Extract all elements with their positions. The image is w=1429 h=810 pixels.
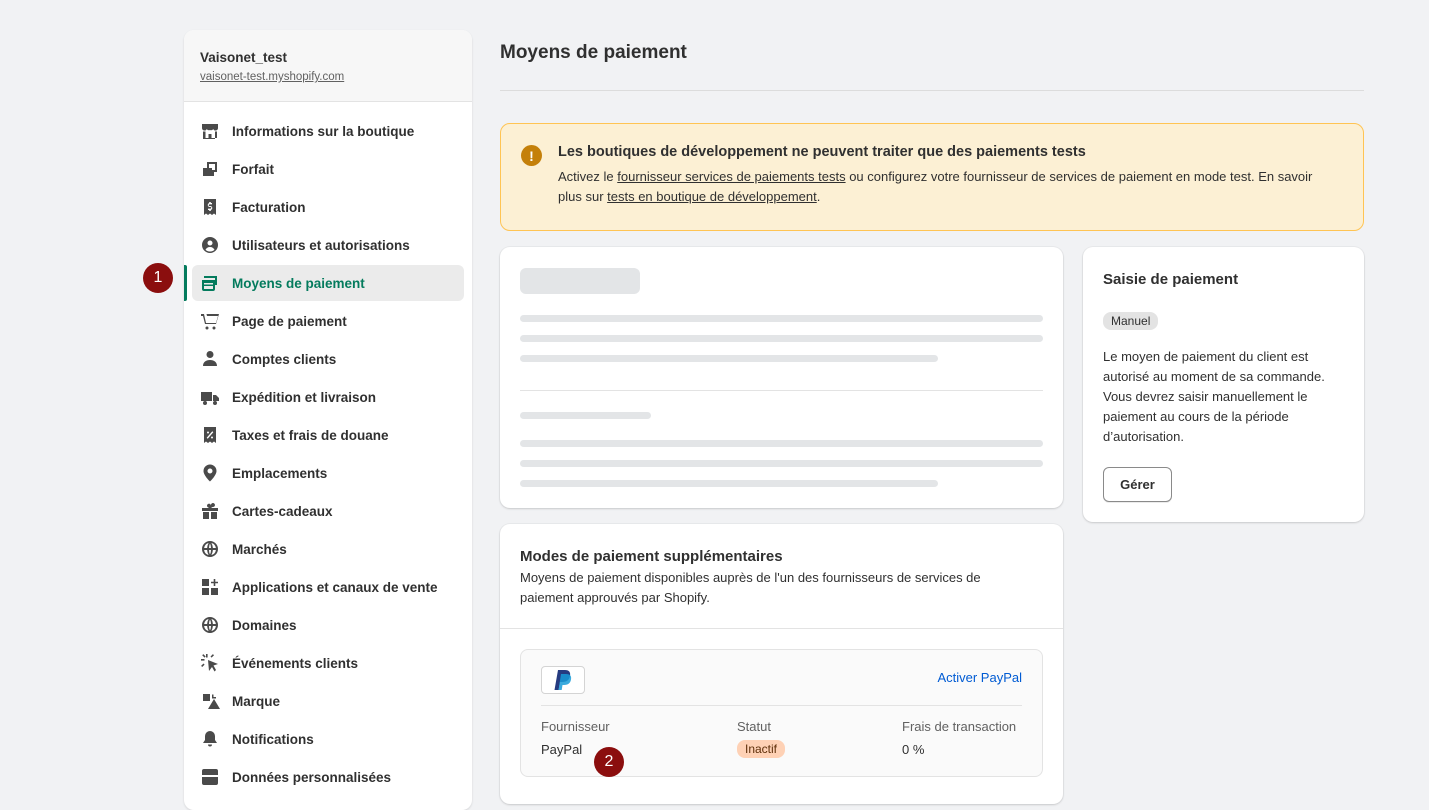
sidebar-item-label: Applications et canaux de vente — [232, 579, 438, 595]
shop-header: Vaisonet_test vaisonet-test.myshopify.co… — [184, 30, 472, 102]
sidebar-item-marches[interactable]: Marchés — [192, 531, 464, 567]
sidebar-item-cartes-cadeaux[interactable]: Cartes-cadeaux — [192, 493, 464, 529]
location-pin-icon — [200, 463, 220, 483]
sidebar-item-label: Emplacements — [232, 465, 328, 481]
receipt-dollar-icon — [200, 197, 220, 217]
skeleton-line — [520, 460, 1043, 467]
provider-divider — [541, 705, 1022, 706]
cart-icon — [200, 311, 220, 331]
banner-text: Activez le fournisseur services de paiem… — [558, 167, 1338, 207]
sidebar-item-marque[interactable]: Marque — [192, 683, 464, 719]
sidebar-item-label: Données personnalisées — [232, 769, 392, 785]
payment-icon — [200, 273, 220, 293]
sidebar-item-emplacements[interactable]: Emplacements — [192, 455, 464, 491]
sidebar-item-label: Utilisateurs et autorisations — [232, 237, 410, 253]
sidebar-item-utilisateurs-et-autorisations[interactable]: Utilisateurs et autorisations — [192, 227, 464, 263]
sidebar-item-label: Marque — [232, 693, 281, 709]
sidebar-item-label: Taxes et frais de douane — [232, 427, 389, 443]
sidebar-item-label: Événements clients — [232, 655, 359, 671]
capture-title: Saisie de paiement — [1103, 271, 1239, 288]
fees-column-header: Frais de transaction — [902, 719, 1017, 734]
callout-badge-1: 1 — [143, 263, 173, 293]
test-provider-link[interactable]: fournisseur services de paiements tests — [617, 169, 845, 184]
capture-mode-badge: Manuel — [1103, 312, 1159, 330]
loading-skeleton-card — [500, 247, 1063, 508]
globe-icon — [200, 539, 220, 559]
sidebar-item-informations-sur-la-boutique[interactable]: Informations sur la boutique — [192, 113, 464, 149]
capture-description: Le moyen de paiement du client est autor… — [1103, 349, 1325, 444]
bell-icon — [200, 729, 220, 749]
sidebar-item-domaines[interactable]: Domaines — [192, 607, 464, 643]
sidebar-item-label: Expédition et livraison — [232, 389, 377, 405]
sidebar-item-label: Facturation — [232, 199, 306, 215]
skeleton-line — [520, 440, 1043, 447]
sidebar-item-label: Informations sur la boutique — [232, 123, 415, 139]
sidebar-item-forfait[interactable]: Forfait — [192, 151, 464, 187]
status-column-header: Statut — [737, 719, 771, 734]
manage-capture-button[interactable]: Gérer — [1103, 467, 1172, 502]
provider-column-header: Fournisseur — [541, 719, 610, 734]
shop-url-link[interactable]: vaisonet-test.myshopify.com — [200, 71, 344, 83]
apps-icon — [200, 577, 220, 597]
settings-nav: Informations sur la boutique Forfait Factu… — [184, 102, 472, 795]
callout-badge-2: 2 — [594, 747, 624, 777]
sidebar-item-expedition-et-livraison[interactable]: Expédition et livraison — [192, 379, 464, 415]
additional-title: Modes de paiement supplémentaires — [520, 548, 783, 565]
additional-description: Moyens de paiement disponibles auprès de… — [520, 570, 981, 605]
sidebar-item-label: Page de paiement — [232, 313, 347, 329]
sidebar-item-label: Domaines — [232, 617, 297, 633]
sidebar-item-applications-et-canaux-de-vente[interactable]: Applications et canaux de vente — [192, 569, 464, 605]
skeleton-heading — [520, 268, 640, 294]
person-icon — [200, 349, 220, 369]
plan-icon — [200, 159, 220, 179]
receipt-percent-icon — [200, 425, 220, 445]
sidebar-item-page-de-paiement[interactable]: Page de paiement — [192, 303, 464, 339]
dev-store-test-link[interactable]: tests en boutique de développement — [607, 189, 817, 204]
transaction-fees-value: 0 % — [902, 742, 925, 757]
sidebar-item-label: Notifications — [232, 731, 314, 747]
skeleton-line — [520, 355, 938, 362]
banner-text-part: Activez le — [558, 169, 618, 184]
payment-capture-card: Saisie de paiement Manuel Le moyen de pa… — [1083, 247, 1364, 522]
title-divider — [500, 90, 1364, 91]
person-circle-icon — [200, 235, 220, 255]
sidebar-item-label: Forfait — [232, 161, 274, 177]
card-divider — [500, 628, 1063, 629]
brand-icon — [200, 691, 220, 711]
status-badge: Inactif — [737, 740, 786, 758]
sidebar-item-moyens-de-paiement[interactable]: Moyens de paiement — [184, 265, 464, 301]
skeleton-line — [520, 335, 1043, 342]
sidebar-item-donnees-personnalisees[interactable]: Données personnalisées — [192, 759, 464, 795]
paypal-logo-icon — [541, 666, 585, 694]
skeleton-line — [520, 412, 651, 419]
dev-store-warning-banner: ! Les boutiques de développement ne peuv… — [500, 123, 1364, 231]
database-icon — [200, 767, 220, 787]
sidebar-item-evenements-clients[interactable]: Événements clients — [192, 645, 464, 681]
skeleton-line — [520, 315, 1043, 322]
gift-icon — [200, 501, 220, 521]
sidebar-item-facturation[interactable]: Facturation — [192, 189, 464, 225]
warning-icon: ! — [521, 145, 542, 166]
additional-payment-methods-card: Modes de paiement supplémentaires Moyens… — [500, 524, 1063, 804]
domain-globe-icon — [200, 615, 220, 635]
truck-icon — [200, 387, 220, 407]
banner-text-part: . — [816, 189, 821, 204]
sidebar-item-label: Moyens de paiement — [232, 275, 365, 291]
banner-title: Les boutiques de développement ne peuven… — [558, 144, 1086, 160]
sidebar-item-notifications[interactable]: Notifications — [192, 721, 464, 757]
cursor-click-icon — [200, 653, 220, 673]
store-icon — [200, 121, 220, 141]
skeleton-line — [520, 480, 938, 487]
sidebar-item-label: Comptes clients — [232, 351, 337, 367]
activate-paypal-link[interactable]: Activer PayPal — [937, 670, 1022, 685]
settings-sidebar: Vaisonet_test vaisonet-test.myshopify.co… — [184, 30, 472, 810]
page-title: Moyens de paiement — [500, 42, 687, 63]
provider-name: PayPal — [541, 742, 583, 757]
shop-name: Vaisonet_test — [200, 50, 288, 65]
sidebar-item-label: Marchés — [232, 541, 287, 557]
sidebar-item-comptes-clients[interactable]: Comptes clients — [192, 341, 464, 377]
skeleton-divider — [520, 390, 1043, 391]
sidebar-item-label: Cartes-cadeaux — [232, 503, 333, 519]
sidebar-item-taxes-et-frais-de-douane[interactable]: Taxes et frais de douane — [192, 417, 464, 453]
